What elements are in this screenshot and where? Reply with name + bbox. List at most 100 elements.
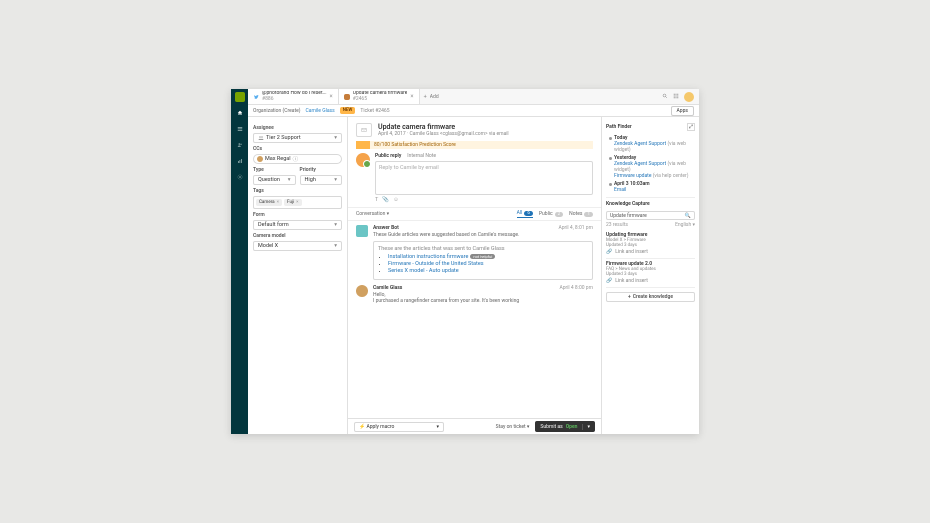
tab-2-close[interactable]: × (410, 93, 413, 100)
cc-chip[interactable]: Max Regal ⓘ (253, 154, 342, 164)
tags-label: Tags (253, 188, 342, 194)
pathfinder-entry: TodayZendesk Agent Support (via web widg… (609, 135, 695, 153)
add-tab[interactable]: + (420, 89, 484, 104)
priority-select[interactable]: High▾ (300, 175, 343, 185)
form-select[interactable]: Default form▾ (253, 220, 342, 230)
chevron-down-icon: ▾ (334, 222, 337, 228)
tags-input[interactable]: Camera× Fuji× (253, 196, 342, 209)
crumb-user[interactable]: Camile Glass (306, 108, 335, 114)
plus-icon: + (424, 94, 427, 100)
link-icon[interactable]: 🔗 (606, 249, 612, 255)
public-reply-tab[interactable]: Public reply (375, 153, 401, 159)
apply-macro-button[interactable]: ⚡ Apply macro▾ (354, 422, 444, 432)
chevron-down-icon: ▾ (334, 177, 337, 183)
attachment-icon[interactable]: 📎 (382, 197, 389, 203)
suggested-article-link[interactable]: Installation instructions firmware (388, 254, 468, 260)
apps-toggle-button[interactable]: Apps (671, 106, 694, 116)
filter-all[interactable]: All6 (517, 210, 533, 218)
tab-bar: @photorand How do I reset... #886 × Upda… (248, 89, 699, 105)
pathfinder-link[interactable]: Firmware update (614, 173, 651, 179)
kc-search-input[interactable]: Update firmware🔍 (606, 211, 695, 220)
pathfinder-entry: YesterdayZendesk Agent Support (via web … (609, 155, 695, 179)
brand-logo[interactable] (235, 92, 245, 102)
satisfaction-score: 80/100 Satisfaction Prediction Score (356, 141, 593, 149)
tag-remove-icon[interactable]: × (296, 200, 298, 205)
ticket-title: Update camera firmware (378, 123, 509, 131)
ticket-subtitle: April 4, 2017 · Camile Glass <cglass@gma… (378, 131, 509, 137)
agent-avatar (356, 153, 370, 167)
admin-icon[interactable] (235, 172, 245, 182)
tag-chip[interactable]: Fuji× (284, 199, 302, 206)
kc-article-card[interactable]: Updating firmwareModel X > FirmwareUpdat… (606, 230, 695, 259)
assignee-label: Assignee (253, 125, 342, 131)
kc-language-select[interactable]: English ▾ (675, 222, 695, 228)
customer-message: Camile GlassApril 4 8:00 pm Hello,I purc… (356, 285, 593, 304)
group-icon (258, 135, 264, 141)
chevron-down-icon: ▾ (334, 135, 337, 141)
channel-email-icon (356, 123, 372, 137)
stay-on-ticket-dropdown[interactable]: Stay on ticket ▾ (496, 424, 530, 430)
model-label: Camera model (253, 233, 342, 239)
conversation-dropdown[interactable]: Conversation ▾ (356, 211, 389, 217)
pathfinder-title: Path Finder (606, 124, 632, 130)
type-label: Type (253, 167, 296, 173)
expand-icon[interactable]: ⤢ (687, 123, 695, 131)
info-icon[interactable]: ⓘ (293, 155, 299, 163)
tab-1-sub: #886 (262, 97, 327, 103)
twitter-icon (253, 94, 259, 100)
filter-public[interactable]: Public2 (539, 210, 563, 218)
tab-1[interactable]: @photorand How do I reset... #886 × (248, 89, 339, 104)
customer-avatar (356, 285, 368, 297)
chevron-down-icon[interactable]: ▾ (582, 424, 590, 430)
search-icon[interactable] (662, 93, 668, 101)
create-knowledge-button[interactable]: + Create knowledge (606, 292, 695, 302)
pathfinder-entry: April 3 10:03amEmail (609, 181, 695, 193)
form-label: Form (253, 212, 342, 218)
kc-article-card[interactable]: Firmware update 2.0FAQ > News and update… (606, 259, 695, 288)
not-helpful-badge[interactable]: not helpful (470, 254, 495, 259)
model-select[interactable]: Model X▾ (253, 241, 342, 251)
ccs-label: CCs (253, 146, 342, 152)
ticket-footer: ⚡ Apply macro▾ Stay on ticket ▾ Submit a… (348, 418, 601, 434)
tag-remove-icon[interactable]: × (277, 200, 279, 205)
crumb-org[interactable]: Organization (Create) (253, 108, 301, 114)
knowledge-capture-title: Knowledge Capture (606, 201, 650, 207)
reply-editor[interactable]: Reply to Camile by email (375, 161, 593, 195)
user-avatar[interactable] (684, 92, 694, 102)
suggested-article-link[interactable]: Firmware - Outside of the United States (388, 261, 484, 267)
main-column: @photorand How do I reset... #886 × Upda… (248, 89, 699, 434)
pathfinder-link[interactable]: Email (614, 187, 626, 193)
text-format-icon[interactable]: T (375, 197, 378, 203)
apps-grid-icon[interactable] (673, 93, 679, 101)
kc-result-count: 23 results (606, 222, 628, 228)
submit-button[interactable]: Submit as Open ▾ (535, 421, 595, 432)
nav-rail (231, 89, 248, 434)
home-icon[interactable] (235, 108, 245, 118)
internal-note-tab[interactable]: Internal Note (407, 153, 436, 159)
tag-chip[interactable]: Camera× (256, 199, 282, 206)
assignee-select[interactable]: Tier 2 Support ▾ (253, 133, 342, 143)
chevron-down-icon: ▾ (334, 243, 337, 249)
customers-icon[interactable] (235, 140, 245, 150)
link-icon[interactable]: 🔗 (606, 278, 612, 284)
emoji-icon[interactable]: ☺ (393, 197, 399, 203)
breadcrumb-bar: Organization (Create) Camile Glass NEW T… (248, 105, 699, 117)
views-icon[interactable] (235, 124, 245, 134)
app-window: @photorand How do I reset... #886 × Upda… (231, 89, 699, 434)
status-badge-new: NEW (340, 107, 356, 114)
tab-1-close[interactable]: × (330, 93, 333, 100)
priority-label: Priority (300, 167, 343, 173)
answer-bot-item: Answer BotApril 4, 8:01 pm These Guide a… (356, 225, 593, 280)
suggested-article-link[interactable]: Series X model - Auto update (388, 268, 459, 274)
ticket-fields-sidebar: Assignee Tier 2 Support ▾ CCs Max Regal … (248, 117, 348, 434)
tab-2-sub: #2465 (353, 97, 408, 103)
bot-avatar-icon (356, 225, 368, 237)
filter-notes[interactable]: Notes1 (569, 210, 593, 218)
type-select[interactable]: Question▾ (253, 175, 296, 185)
add-tab-input[interactable] (430, 94, 480, 100)
search-icon: 🔍 (685, 213, 691, 219)
conversation-pane: Update camera firmware April 4, 2017 · C… (348, 117, 601, 434)
crumb-ticket: Ticket #2465 (360, 108, 389, 114)
tab-2[interactable]: Update camera firmware #2465 × (339, 89, 420, 104)
reports-icon[interactable] (235, 156, 245, 166)
